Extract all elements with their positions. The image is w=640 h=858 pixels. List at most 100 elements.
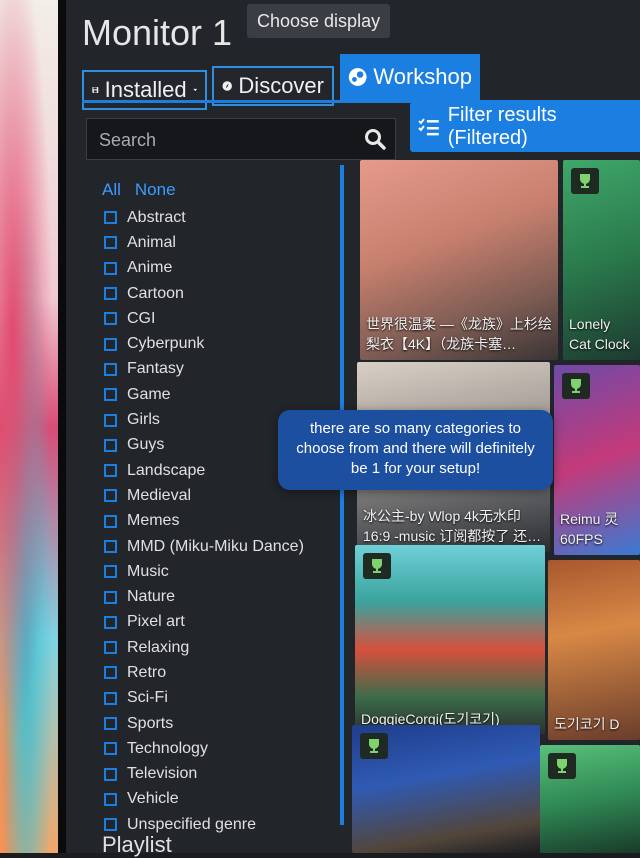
workshop-item[interactable]: Reimu 灵 60FPS — [554, 365, 640, 555]
desktop-wallpaper — [0, 0, 64, 853]
category-filter-item[interactable]: MMD (Miku-Miku Dance) — [104, 534, 304, 559]
category-checkbox[interactable] — [104, 388, 117, 402]
tab-installed[interactable]: Installed — [82, 70, 207, 110]
category-filter-item[interactable]: Relaxing — [104, 635, 304, 660]
workshop-item[interactable]: 도기코기 D — [548, 560, 640, 740]
workshop-item[interactable]: DoggieCorgi(도기코기) — [355, 545, 545, 735]
category-checkbox[interactable] — [104, 767, 117, 781]
search-icon[interactable] — [363, 127, 387, 151]
category-checkbox[interactable] — [104, 666, 117, 680]
category-checkbox[interactable] — [104, 641, 117, 655]
category-label: Technology — [127, 739, 208, 757]
category-checkbox[interactable] — [104, 438, 117, 452]
category-filter-item[interactable]: Cartoon — [104, 281, 304, 306]
category-filter-item[interactable]: Nature — [104, 584, 304, 609]
category-filter-item[interactable]: Memes — [104, 509, 304, 534]
search-input[interactable] — [97, 125, 361, 155]
category-label: Retro — [127, 663, 167, 681]
category-filter-item[interactable]: Medieval — [104, 483, 304, 508]
workshop-item[interactable]: Lonely Cat Clock — [563, 160, 640, 360]
save-icon — [92, 87, 99, 93]
category-label: Anime — [127, 259, 173, 277]
category-label: Animal — [127, 233, 176, 251]
choose-display-button[interactable]: Choose display — [247, 4, 391, 38]
category-label: CGI — [127, 309, 156, 327]
category-checkbox[interactable] — [104, 489, 117, 503]
category-filter-item[interactable]: Retro — [104, 660, 304, 685]
category-label: Cyberpunk — [127, 335, 205, 353]
category-filter-list: Abstract Animal Anime Cartoon CGI Cyberpunk Fa… — [104, 205, 304, 837]
category-label: Nature — [127, 588, 176, 606]
trophy-icon — [548, 753, 576, 779]
category-label: Girls — [127, 411, 160, 429]
category-checkbox[interactable] — [104, 742, 117, 756]
category-checkbox[interactable] — [104, 540, 117, 553]
category-label: MMD (Miku-Miku Dance) — [127, 537, 304, 555]
category-filter-item[interactable]: CGI — [104, 306, 304, 331]
category-checkbox[interactable] — [104, 792, 117, 806]
overlay-caption: there are so many categories to choose f… — [278, 410, 553, 490]
trophy-icon — [571, 168, 599, 194]
category-checkbox[interactable] — [104, 565, 117, 579]
playlist-heading: Playlist — [102, 832, 172, 857]
select-none-link[interactable]: None — [135, 180, 176, 200]
category-filter-item[interactable]: Sports — [104, 711, 304, 736]
category-filter-item[interactable]: Television — [104, 762, 304, 787]
category-filter-item[interactable]: Cyberpunk — [104, 331, 304, 356]
category-filter-item[interactable]: Abstract — [104, 205, 304, 230]
category-checkbox[interactable] — [104, 464, 117, 478]
category-checkbox[interactable] — [104, 362, 117, 376]
tab-workshop[interactable]: Workshop — [340, 54, 480, 100]
category-label: Vehicle — [127, 790, 179, 808]
trophy-icon — [363, 553, 391, 579]
category-checkbox[interactable] — [104, 717, 117, 731]
category-checkbox[interactable] — [104, 514, 117, 528]
category-filter-item[interactable]: Landscape — [104, 458, 304, 483]
workshop-item[interactable] — [540, 745, 640, 853]
category-checkbox[interactable] — [104, 236, 117, 250]
category-filter-item[interactable]: Anime — [104, 256, 304, 281]
category-label: Game — [127, 385, 171, 403]
category-checkbox[interactable] — [104, 287, 117, 301]
category-label: Sci-Fi — [127, 689, 168, 707]
category-filter-item[interactable]: Pixel art — [104, 610, 304, 635]
search-field[interactable] — [86, 118, 396, 160]
workshop-item[interactable]: 世界很温柔 —《龙族》上杉绘梨衣【4K】（龙族卡塞… — [360, 160, 558, 360]
trophy-icon — [360, 733, 388, 759]
category-checkbox[interactable] — [104, 590, 117, 604]
category-label: Sports — [127, 714, 174, 732]
category-checkbox[interactable] — [104, 818, 117, 832]
select-all-none: All None — [102, 180, 176, 200]
category-checkbox[interactable] — [104, 413, 117, 427]
category-checkbox[interactable] — [104, 211, 117, 225]
category-checkbox[interactable] — [104, 337, 117, 351]
category-filter-item[interactable]: Animal — [104, 230, 304, 255]
pane-divider[interactable] — [340, 165, 344, 825]
category-filter-item[interactable]: Music — [104, 559, 304, 584]
select-all-link[interactable]: All — [102, 180, 121, 200]
category-label: Abstract — [127, 208, 186, 226]
discover-icon — [222, 81, 232, 91]
filter-results-button[interactable]: Filter results (Filtered) — [410, 102, 640, 152]
category-filter-item[interactable]: Sci-Fi — [104, 686, 304, 711]
category-filter-item[interactable]: Guys — [104, 433, 304, 458]
category-label: Medieval — [127, 486, 192, 504]
category-filter-item[interactable]: Girls — [104, 407, 304, 432]
category-filter-item[interactable]: Vehicle — [104, 787, 304, 812]
steam-icon — [348, 68, 367, 86]
category-checkbox[interactable] — [104, 261, 117, 275]
category-checkbox[interactable] — [104, 312, 117, 326]
category-checkbox[interactable] — [104, 691, 117, 705]
chevron-down-icon — [192, 88, 197, 92]
tab-label: Workshop — [373, 64, 472, 89]
workshop-item-title: Lonely Cat Clock — [569, 316, 630, 352]
workshop-item[interactable] — [352, 725, 540, 853]
category-checkbox[interactable] — [104, 615, 117, 629]
category-filter-item[interactable]: Game — [104, 382, 304, 407]
category-label: Memes — [127, 512, 180, 530]
category-filter-item[interactable]: Technology — [104, 736, 304, 761]
category-label: Landscape — [127, 461, 206, 479]
category-filter-item[interactable]: Fantasy — [104, 357, 304, 382]
category-label: Relaxing — [127, 638, 190, 656]
category-label: Cartoon — [127, 284, 184, 302]
